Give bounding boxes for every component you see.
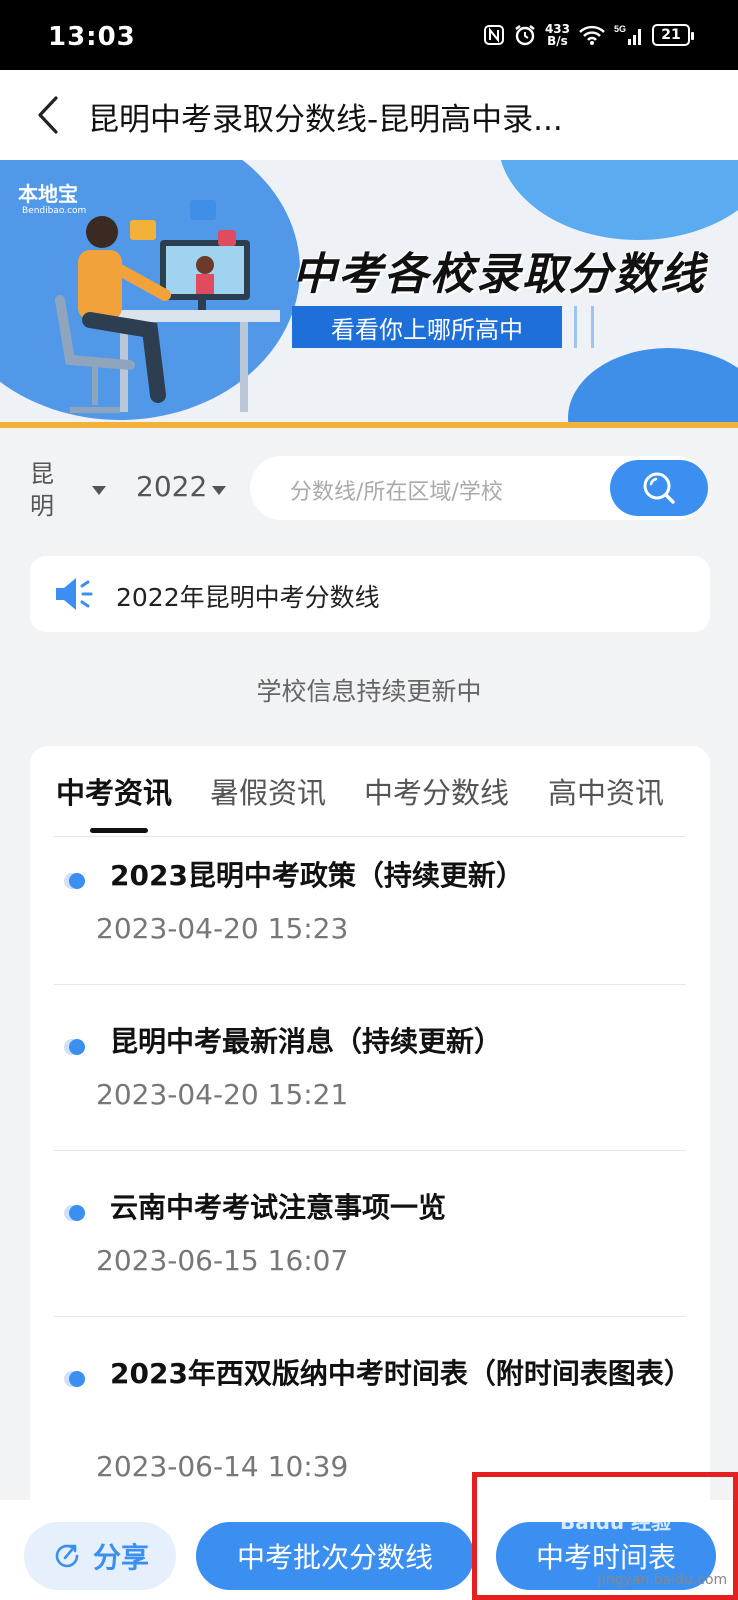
promo-banner[interactable]: 本地宝 Bendibao.com 中考各校录取分数线 看看你上哪所高中 xyxy=(0,160,738,428)
svg-text:5G: 5G xyxy=(614,24,626,34)
news-title: 昆明中考最新消息（持续更新） xyxy=(110,1025,503,1058)
speaker-icon xyxy=(56,578,93,610)
bullet-icon xyxy=(64,1205,85,1221)
news-item[interactable]: 昆明中考最新消息（持续更新） 2023-04-20 15:21 xyxy=(54,1022,686,1192)
bullet-icon xyxy=(64,873,85,889)
tab-highschool-news[interactable]: 高中资讯 xyxy=(548,770,664,812)
active-tab-indicator xyxy=(90,828,148,833)
tab-summer-news[interactable]: 暑假资讯 xyxy=(210,770,326,812)
announcement-bar[interactable]: 2022年昆明中考分数线 xyxy=(30,556,710,632)
search-icon xyxy=(643,472,675,504)
wifi-icon xyxy=(578,22,606,48)
city-select[interactable]: 昆明 xyxy=(30,458,60,522)
nfc-icon xyxy=(483,22,505,48)
banner-accent-stripe xyxy=(0,422,738,428)
year-select[interactable]: 2022 xyxy=(136,470,207,503)
news-title: 2023年西双版纳中考时间表（附时间表图表） xyxy=(110,1357,692,1390)
news-title: 2023昆明中考政策（持续更新） xyxy=(110,859,524,892)
status-time: 13:03 xyxy=(48,22,136,52)
page-title: 昆明中考录取分数线-昆明高中录... xyxy=(88,102,563,138)
person-at-desk-illustration xyxy=(55,200,280,413)
news-date: 2023-06-14 10:39 xyxy=(96,1450,349,1483)
banner-decoration xyxy=(574,306,594,348)
network-speed: 433 B/s xyxy=(544,22,570,48)
chevron-down-icon[interactable] xyxy=(212,486,226,495)
share-icon xyxy=(55,1544,79,1568)
chevron-down-icon[interactable] xyxy=(92,486,106,495)
back-button[interactable] xyxy=(28,92,68,138)
status-bar: 13:03 433 B/s 5G 21 xyxy=(0,0,738,70)
search-input[interactable]: 分数线/所在区域/学校 xyxy=(290,474,503,506)
search-button[interactable] xyxy=(610,460,708,516)
tab-zhongkao-news[interactable]: 中考资讯 xyxy=(56,770,172,812)
search-bar[interactable]: 分数线/所在区域/学校 xyxy=(250,456,708,520)
status-icons: 433 B/s 5G 21 xyxy=(483,22,694,48)
banner-decoration xyxy=(568,348,738,428)
banner-headline: 中考各校录取分数线 xyxy=(292,249,706,300)
news-tabs: 中考资讯 暑假资讯 中考分数线 高中资讯 xyxy=(30,746,710,837)
title-bar: 昆明中考录取分数线-昆明高中录... xyxy=(0,70,738,160)
batch-scores-button[interactable]: 中考批次分数线 xyxy=(196,1522,474,1590)
filter-row: 昆明 2022 分数线/所在区域/学校 xyxy=(0,440,738,540)
share-button[interactable]: 分享 xyxy=(24,1522,176,1590)
cellular-signal-icon: 5G xyxy=(614,22,644,48)
divider xyxy=(54,984,686,985)
alarm-icon xyxy=(513,22,537,48)
divider xyxy=(54,836,686,837)
share-label: 分享 xyxy=(92,1541,149,1574)
banner-subheadline-button[interactable]: 看看你上哪所高中 xyxy=(292,306,562,348)
chevron-left-icon xyxy=(38,96,58,134)
announcement-text: 2022年昆明中考分数线 xyxy=(116,583,380,612)
divider xyxy=(54,1150,686,1151)
bullet-icon xyxy=(64,1371,85,1387)
news-item[interactable]: 云南中考考试注意事项一览 2023-06-15 16:07 xyxy=(54,1188,686,1358)
update-status-text: 学校信息持续更新中 xyxy=(256,677,482,706)
banner-decoration xyxy=(498,160,738,240)
divider xyxy=(54,1316,686,1317)
baidu-watermark: Baidu 经验 xyxy=(560,1510,672,1534)
baidu-watermark-url: jingyan.baidu.com xyxy=(598,1572,728,1588)
news-title: 云南中考考试注意事项一览 xyxy=(110,1191,447,1224)
tab-zhongkao-scores[interactable]: 中考分数线 xyxy=(364,770,509,812)
battery-icon: 21 xyxy=(652,24,694,46)
news-date: 2023-04-20 15:23 xyxy=(96,912,349,945)
bullet-icon xyxy=(64,1039,85,1055)
news-date: 2023-04-20 15:21 xyxy=(96,1078,349,1111)
news-item[interactable]: 2023昆明中考政策（持续更新） 2023-04-20 15:23 xyxy=(54,856,686,1026)
news-date: 2023-06-15 16:07 xyxy=(96,1244,349,1277)
